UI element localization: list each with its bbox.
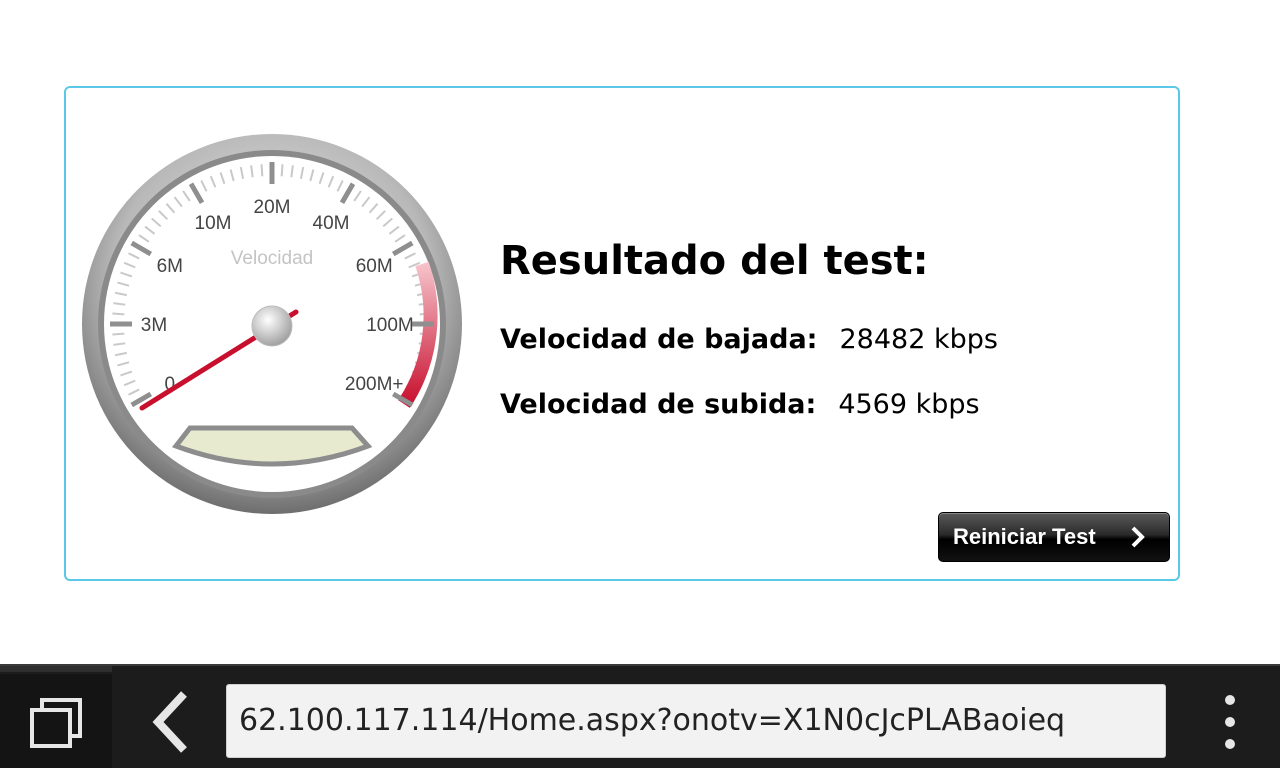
gauge-tick-label: 20M [254,197,291,218]
tabs-button[interactable] [0,666,112,768]
chevron-right-icon [1131,526,1145,548]
speedometer-gauge: 03M6M10M20M40M60M100M200M+ Velocidad [82,134,462,514]
restart-test-button[interactable]: Reiniciar Test [938,512,1170,562]
tabs-icon [30,698,82,748]
restart-test-label: Reiniciar Test [953,524,1096,549]
gauge-title: Velocidad [231,248,313,269]
overflow-menu-icon[interactable] [1212,690,1248,754]
gauge-tick-label: 6M [157,256,183,277]
gauge-tick-label: 100M [366,315,414,336]
address-bar[interactable]: 62.100.117.114/Home.aspx?onotv=X1N0cJcPL… [226,684,1166,758]
gauge-tick-label: 10M [195,213,232,234]
download-value: 28482 kbps [839,324,998,355]
speed-test-result-panel: 0 3M 6M 10M 20M 40M 60M 100M 200M+ Velocidad Res… [64,86,1180,581]
back-arrow-icon[interactable] [140,686,200,758]
result-title: Resultado del test: [500,238,929,284]
browser-toolbar: 62.100.117.114/Home.aspx?onotv=X1N0cJcPL… [0,664,1280,768]
download-label: Velocidad de bajada: [500,324,818,355]
gauge-tick-label: 40M [313,213,350,234]
gauge-minor-tick [112,332,125,336]
gauge-minor-tick [260,164,264,177]
tab-indicator [0,666,112,672]
gauge-tick-label: 200M+ [345,374,404,395]
upload-value: 4569 kbps [838,389,980,420]
gauge-tick-label: 60M [356,256,393,277]
upload-speed-row: Velocidad de subida: 4569 kbps [500,389,980,420]
gauge-minor-tick [280,164,284,177]
gauge-hub [251,305,293,347]
gauge-minor-tick [112,312,125,316]
upload-label: Velocidad de subida: [500,389,817,420]
download-speed-row: Velocidad de bajada: 28482 kbps [500,324,998,355]
address-bar-text: 62.100.117.114/Home.aspx?onotv=X1N0cJcPL… [239,703,1066,738]
gauge-tick-label: 3M [141,315,167,336]
